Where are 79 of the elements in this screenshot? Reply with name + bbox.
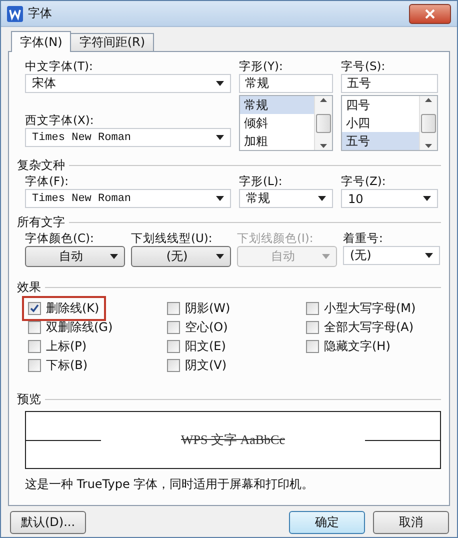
- checkbox-label[interactable]: 上标(P): [46, 338, 87, 355]
- tab[interactable]: 字体(N): [11, 31, 72, 52]
- field-label: 字体(F):: [25, 173, 70, 189]
- field-label: 字体颜色(C):: [25, 230, 95, 246]
- text-field[interactable]: 五号: [341, 74, 438, 93]
- caret-icon: [110, 254, 118, 259]
- caret-icon: [425, 253, 433, 258]
- scroll-thumb[interactable]: [421, 114, 436, 132]
- checkbox[interactable]: [167, 340, 180, 353]
- checkbox[interactable]: [28, 359, 41, 372]
- caret-icon: [216, 81, 224, 86]
- list-item[interactable]: 四号: [342, 96, 419, 114]
- checkbox[interactable]: [167, 302, 180, 315]
- checkbox-label[interactable]: 双删除线(G): [46, 319, 113, 336]
- checkbox-label[interactable]: 小型大写字母(M): [324, 300, 416, 317]
- dropdown[interactable]: 10: [341, 189, 438, 208]
- checkbox[interactable]: [28, 340, 41, 353]
- caret-icon: [322, 254, 330, 259]
- checkbox-label[interactable]: 隐藏文字(H): [324, 338, 390, 355]
- list-item[interactable]: 倾斜: [240, 114, 314, 132]
- scroll-down-icon[interactable]: [320, 144, 327, 148]
- caret-icon: [216, 196, 224, 201]
- list-item[interactable]: 常规: [240, 96, 314, 114]
- text-field[interactable]: 常规: [239, 74, 333, 93]
- dropdown[interactable]: 自动: [25, 246, 125, 267]
- field-label: 下划线颜色(I):: [237, 230, 314, 246]
- checkbox-label[interactable]: 阴影(W): [185, 300, 230, 317]
- field-label: 字号(Z):: [341, 173, 387, 189]
- dropdown[interactable]: Times New Roman: [25, 128, 231, 147]
- checkbox[interactable]: [306, 302, 319, 315]
- section-heading: 预览: [17, 390, 41, 408]
- app-icon: [7, 6, 23, 22]
- field-label: 字号(S):: [341, 58, 386, 74]
- dropdown[interactable]: 常规: [239, 189, 333, 208]
- checkbox[interactable]: [28, 321, 41, 334]
- scroll-up-icon[interactable]: [425, 98, 432, 102]
- section-heading: 效果: [17, 278, 41, 296]
- preview-text: WPS 文字 AaBbCc: [180, 431, 286, 449]
- checkbox-label[interactable]: 删除线(K): [46, 300, 100, 317]
- window-title: 字体: [28, 5, 52, 22]
- dropdown[interactable]: Times New Roman: [25, 189, 231, 208]
- close-button[interactable]: [409, 4, 451, 24]
- section-heading: 所有文字: [17, 214, 65, 230]
- checkbox[interactable]: [167, 321, 180, 334]
- dialog-button[interactable]: 默认(D)...: [10, 511, 86, 534]
- dialog-button[interactable]: 取消: [373, 511, 449, 534]
- field-label: 着重号:: [343, 230, 384, 246]
- close-icon: [425, 8, 435, 18]
- checkbox-label[interactable]: 阳文(E): [185, 338, 226, 355]
- dropdown[interactable]: 宋体: [25, 74, 231, 93]
- scroll-thumb[interactable]: [316, 114, 331, 132]
- scroll-down-icon[interactable]: [425, 144, 432, 148]
- dialog-button[interactable]: 确定: [289, 511, 365, 534]
- checkbox[interactable]: [28, 302, 41, 315]
- caret-icon: [318, 196, 326, 201]
- caret-icon: [216, 254, 224, 259]
- list-item[interactable]: 加粗: [240, 132, 314, 150]
- field-label: 西文字体(X):: [25, 112, 95, 128]
- field-label: 字形(L):: [239, 173, 284, 189]
- checkbox-label[interactable]: 全部大写字母(A): [324, 319, 414, 336]
- section-heading: 复杂文种: [17, 156, 65, 174]
- field-label: 中文字体(T):: [25, 58, 94, 74]
- checkbox-label[interactable]: 下标(B): [46, 357, 88, 374]
- font-description: 这是一种 TrueType 字体，同时适用于屏幕和打印机。: [25, 476, 315, 493]
- caret-icon: [423, 196, 431, 201]
- list-item[interactable]: 五号: [342, 132, 419, 150]
- dropdown[interactable]: (无): [343, 246, 440, 265]
- field-label: 字形(Y):: [239, 58, 284, 74]
- tab[interactable]: 字符间距(R): [70, 33, 154, 51]
- list-item[interactable]: 小四: [342, 114, 419, 132]
- dropdown[interactable]: (无): [131, 246, 231, 267]
- checkbox-label[interactable]: 空心(O): [185, 319, 228, 336]
- scroll-up-icon[interactable]: [320, 98, 327, 102]
- checkbox-label[interactable]: 阴文(V): [185, 357, 227, 374]
- checkbox[interactable]: [167, 359, 180, 372]
- field-label: 下划线线型(U):: [131, 230, 214, 246]
- caret-icon: [216, 135, 224, 140]
- checkbox[interactable]: [306, 321, 319, 334]
- checkbox[interactable]: [306, 340, 319, 353]
